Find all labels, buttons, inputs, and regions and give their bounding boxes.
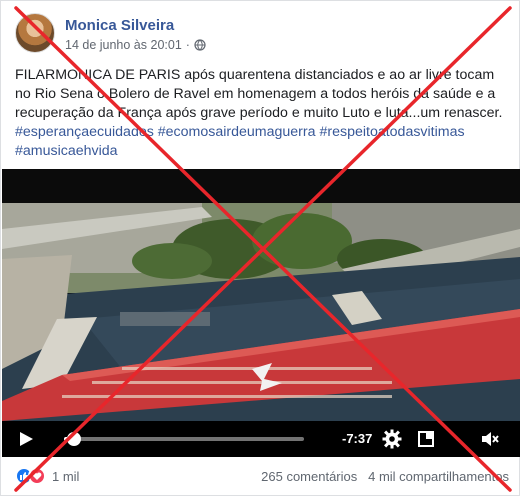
reactions[interactable]: 1 mil xyxy=(15,467,79,485)
progress-handle[interactable] xyxy=(67,432,82,446)
reaction-count[interactable]: 1 mil xyxy=(52,469,79,484)
post-body: FILARMONICA DE PARIS após quarentena dis… xyxy=(15,67,503,121)
share-count[interactable]: 4 mil compartilhamentos xyxy=(368,469,509,484)
hashtag[interactable]: #respeitoatodasvitimas xyxy=(319,124,464,140)
hashtag[interactable]: #amusicaehvida xyxy=(15,143,118,159)
post-text: FILARMONICA DE PARIS após quarentena dis… xyxy=(15,66,507,161)
comment-count[interactable]: 265 comentários xyxy=(261,469,357,484)
fullscreen-icon[interactable] xyxy=(416,429,436,449)
volume-muted-icon[interactable] xyxy=(480,429,500,449)
timestamp[interactable]: 14 de junho às 20:01 xyxy=(65,38,182,52)
video-controls: -7:37 xyxy=(2,421,520,457)
globe-icon xyxy=(194,39,206,51)
author-name[interactable]: Monica Silveira xyxy=(65,17,174,34)
post-header: Monica Silveira 14 de junho às 20:01 · xyxy=(15,13,495,57)
hashtag[interactable]: #esperançaecuidados xyxy=(15,124,154,140)
video-player[interactable]: -7:37 xyxy=(2,169,520,457)
avatar[interactable] xyxy=(15,13,55,53)
settings-icon[interactable] xyxy=(382,429,402,449)
hashtag-list: #esperançaecuidados #ecomosairdeumaguerr… xyxy=(15,124,465,159)
post-footer: 1 mil 265 comentários 4 mil compartilham… xyxy=(15,465,509,489)
play-icon[interactable] xyxy=(18,431,34,447)
time-remaining: -7:37 xyxy=(342,431,373,446)
progress-bar[interactable] xyxy=(64,437,304,441)
video-frame xyxy=(2,169,520,457)
post-meta: 14 de junho às 20:01 · xyxy=(65,38,206,52)
post-stats: 265 comentários 4 mil compartilhamentos xyxy=(261,469,509,484)
love-icon xyxy=(28,467,46,485)
post-card: Monica Silveira 14 de junho às 20:01 · F… xyxy=(0,0,520,496)
hashtag[interactable]: #ecomosairdeumaguerra xyxy=(158,124,316,140)
